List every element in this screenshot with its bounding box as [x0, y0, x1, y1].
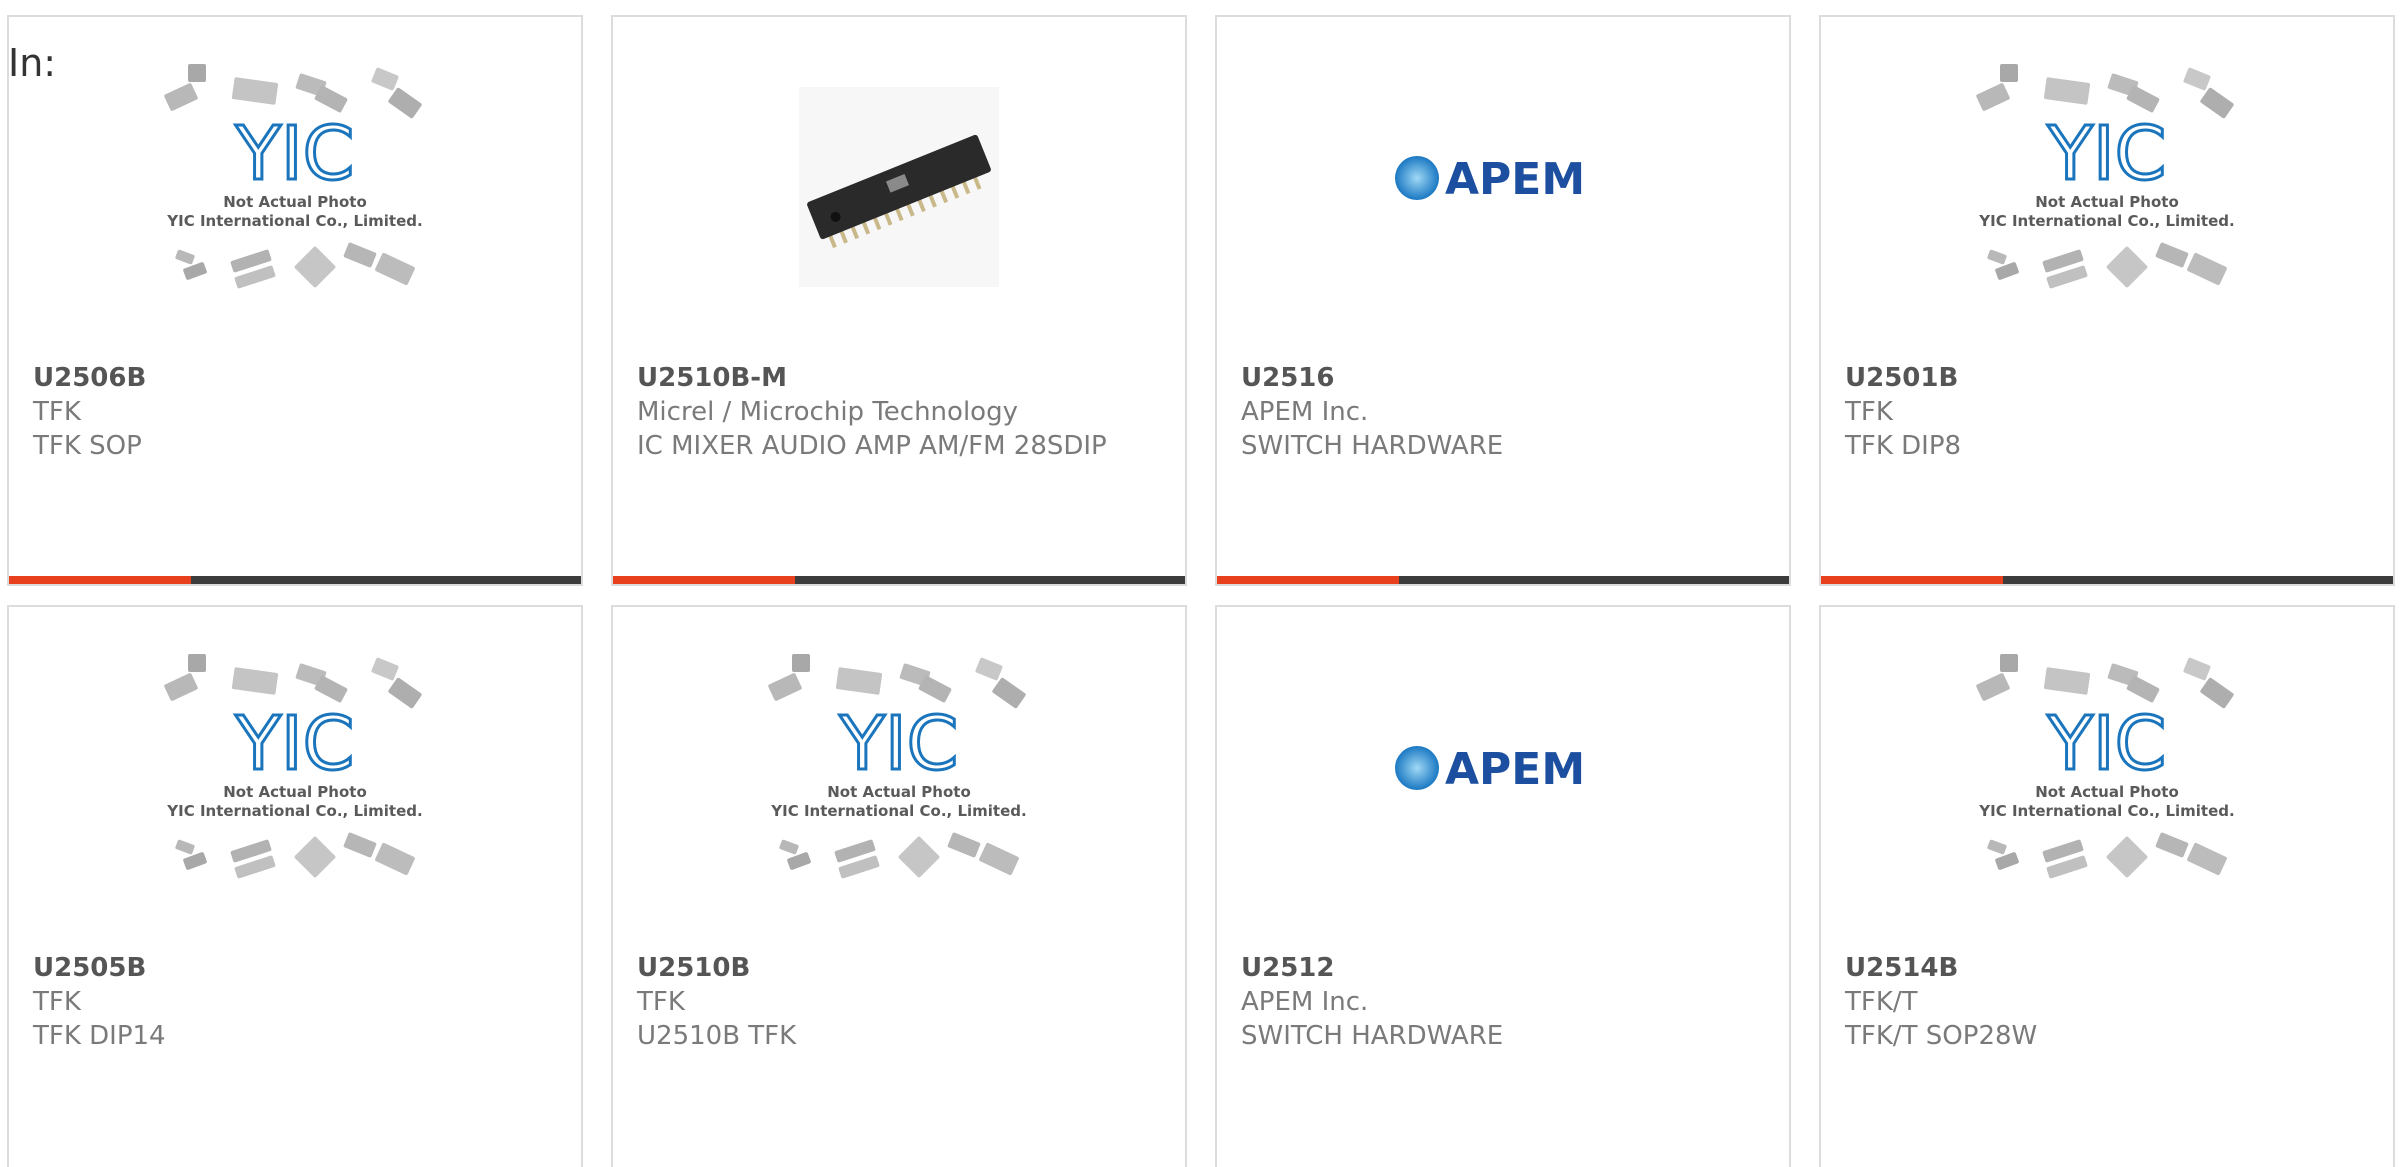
product-thumbnail[interactable]	[613, 57, 1185, 357]
product-info: U2516 APEM Inc. SWITCH HARDWARE	[1241, 361, 1765, 463]
part-number-link[interactable]: U2506B	[33, 361, 557, 395]
product-thumbnail[interactable]: YIC Not Actual Photo YIC International Co.…	[9, 647, 581, 947]
apem-logo-text: APEM	[1445, 744, 1585, 795]
part-number-link[interactable]: U2510B	[637, 951, 1161, 985]
product-info: U2501B TFK TFK DIP8	[1845, 361, 2369, 463]
yic-placeholder-image: YICNot Actual PhotoYIC International Co.…	[1976, 64, 2235, 289]
card-bottom-bar	[613, 576, 1185, 584]
product-info: U2512 APEM Inc. SWITCH HARDWARE	[1241, 951, 1765, 1053]
manufacturer: TFK/T	[1845, 987, 1918, 1017]
card-bottom-bar	[9, 576, 581, 584]
yic-placeholder-image: YICNot Actual PhotoYIC International Co.…	[164, 654, 423, 879]
part-number-link[interactable]: U2512	[1241, 951, 1765, 985]
apem-logo: APEM	[1395, 154, 1585, 205]
description: SWITCH HARDWARE	[1241, 1021, 1504, 1051]
manufacturer: TFK	[33, 987, 81, 1017]
description: IC MIXER AUDIO AMP AM/FM 28SDIP	[637, 431, 1107, 461]
placeholder-caption: YIC International Co., Limited.	[770, 802, 1026, 820]
product-info: U2510B-M Micrel / Microchip Technology IC …	[637, 361, 1161, 463]
product-info: U2505B TFK TFK DIP14	[33, 951, 557, 1053]
placeholder-caption: Not Actual Photo	[2035, 193, 2179, 211]
product-info: U2506B TFK TFK SOP	[33, 361, 557, 463]
card-bar-accent	[1217, 576, 1399, 584]
product-thumbnail[interactable]: APEM	[1217, 57, 1789, 357]
product-thumbnail[interactable]: YIC Not Actual Photo YIC International Co.…	[1821, 647, 2393, 947]
description: U2510B TFK	[637, 1021, 797, 1051]
manufacturer: APEM Inc.	[1241, 397, 1369, 427]
yic-logo: YIC	[2047, 111, 2167, 197]
card-bottom-bar	[1821, 576, 2393, 584]
card-bottom-bar	[1217, 576, 1789, 584]
description: TFK DIP8	[1845, 431, 1962, 461]
yic-logo: YIC	[235, 701, 355, 787]
placeholder-caption: Not Actual Photo	[2035, 783, 2179, 801]
description: TFK/T SOP28W	[1845, 1021, 2038, 1051]
product-card[interactable]: YIC Not Actual Photo YIC International Co.…	[1819, 15, 2395, 586]
yic-placeholder-image: YICNot Actual PhotoYIC International Co.…	[768, 654, 1027, 879]
product-card[interactable]: YIC Not Actual Photo YIC International Co.…	[7, 605, 583, 1167]
product-thumbnail[interactable]: YIC Not Actual Photo YIC International Co.…	[1821, 57, 2393, 357]
product-grid-page: In: YIC Not Actual Photo YIC International…	[0, 0, 2400, 1167]
product-card[interactable]: U2510B-M Micrel / Microchip Technology IC …	[611, 15, 1187, 586]
product-info: U2514B TFK/T TFK/T SOP28W	[1845, 951, 2369, 1053]
manufacturer: APEM Inc.	[1241, 987, 1369, 1017]
product-thumbnail[interactable]: APEM	[1217, 647, 1789, 947]
card-bar-accent	[1821, 576, 2003, 584]
card-bar-accent	[9, 576, 191, 584]
part-number-link[interactable]: U2501B	[1845, 361, 2369, 395]
product-thumbnail[interactable]: YIC Not Actual Photo YIC International Co.…	[613, 647, 1185, 947]
yic-placeholder-image: YICNot Actual PhotoYIC International Co.…	[1976, 654, 2235, 879]
part-number-link[interactable]: U2505B	[33, 951, 557, 985]
description: TFK DIP14	[33, 1021, 166, 1051]
ic-chip-photo	[799, 87, 999, 287]
filter-label: In:	[8, 41, 57, 85]
part-number-link[interactable]: U2516	[1241, 361, 1765, 395]
yic-placeholder-image: YICNot Actual PhotoYIC International Co.…	[164, 64, 423, 289]
yic-logo: YIC	[2047, 701, 2167, 787]
placeholder-caption: Not Actual Photo	[223, 783, 367, 801]
product-thumbnail[interactable]: YIC Not Actual Photo YIC International Co.…	[9, 57, 581, 357]
placeholder-caption: YIC International Co., Limited.	[1978, 802, 2234, 820]
description: SWITCH HARDWARE	[1241, 431, 1504, 461]
manufacturer: Micrel / Microchip Technology	[637, 397, 1018, 427]
description: TFK SOP	[33, 431, 142, 461]
apem-logo-text: APEM	[1445, 154, 1585, 205]
placeholder-caption: YIC International Co., Limited.	[166, 802, 422, 820]
product-card[interactable]: YIC Not Actual Photo YIC International Co.…	[611, 605, 1187, 1167]
manufacturer: TFK	[33, 397, 81, 427]
product-card[interactable]: APEM U2512 APEM Inc. SWITCH HARDWARE	[1215, 605, 1791, 1167]
placeholder-caption: YIC International Co., Limited.	[166, 212, 422, 230]
product-card[interactable]: APEM U2516 APEM Inc. SWITCH HARDWARE	[1215, 15, 1791, 586]
part-number-link[interactable]: U2514B	[1845, 951, 2369, 985]
card-bar-accent	[613, 576, 795, 584]
manufacturer: TFK	[637, 987, 685, 1017]
apem-logo: APEM	[1395, 744, 1585, 795]
part-number-link[interactable]: U2510B-M	[637, 361, 1161, 395]
placeholder-caption: YIC International Co., Limited.	[1978, 212, 2234, 230]
yic-logo: YIC	[839, 701, 959, 787]
placeholder-caption: Not Actual Photo	[827, 783, 971, 801]
manufacturer: TFK	[1845, 397, 1893, 427]
placeholder-caption: Not Actual Photo	[223, 193, 367, 211]
product-info: U2510B TFK U2510B TFK	[637, 951, 1161, 1053]
yic-logo: YIC	[235, 111, 355, 197]
product-card[interactable]: YIC Not Actual Photo YIC International Co.…	[7, 15, 583, 586]
product-card[interactable]: YIC Not Actual Photo YIC International Co.…	[1819, 605, 2395, 1167]
